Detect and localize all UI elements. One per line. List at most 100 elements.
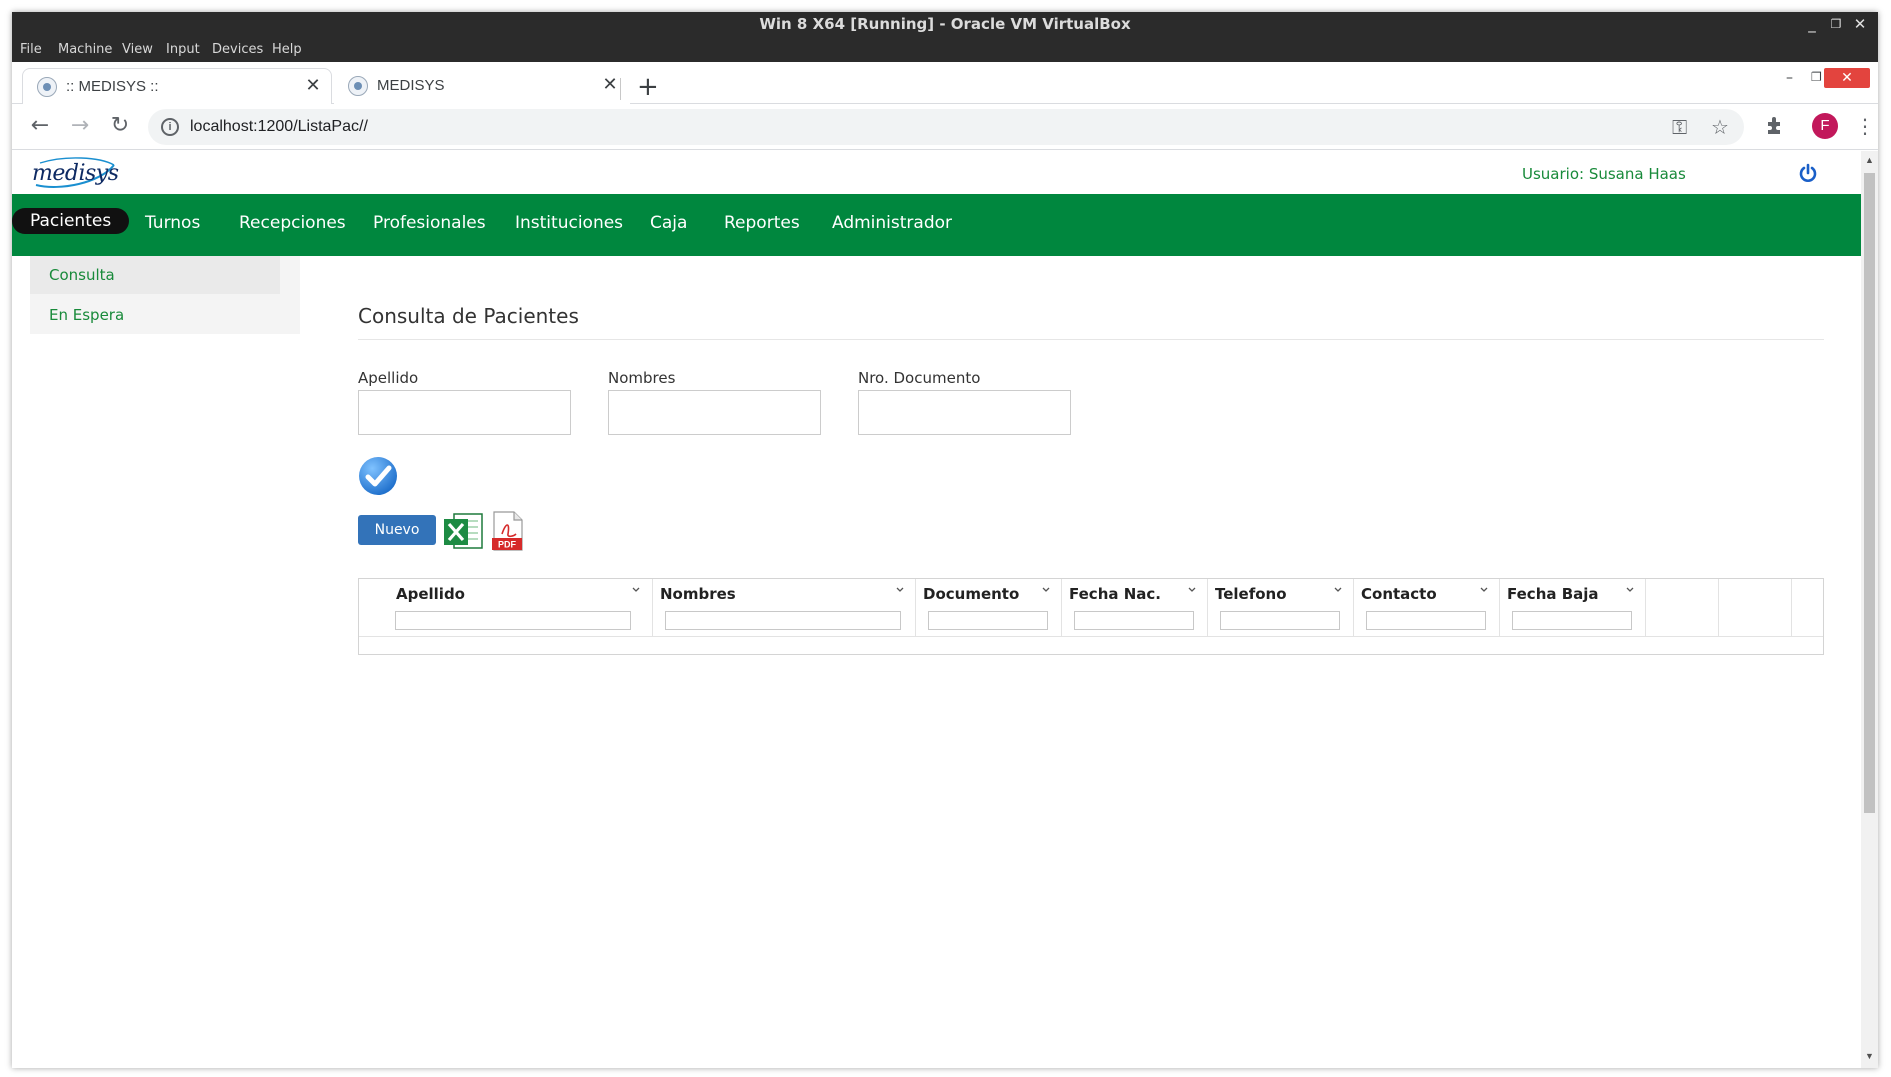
key-icon[interactable]: ⚿ [1672, 115, 1687, 139]
chevron-down-icon[interactable] [1041, 585, 1051, 595]
grid-header: Apellido Nombres Documento Fecha Nac. Te… [359, 579, 1823, 637]
nav-item-administrador[interactable]: Administrador [832, 213, 952, 233]
nombres-filter-input[interactable] [665, 611, 901, 630]
column-action-1 [1645, 579, 1718, 637]
column-action-3 [1791, 579, 1824, 637]
tab-title: :: MEDISYS :: [66, 78, 159, 95]
apellido-input[interactable] [358, 390, 571, 435]
restore-icon[interactable]: ❐ [1826, 14, 1846, 34]
user-label: Usuario: Susana Haas [1522, 165, 1686, 183]
chevron-down-icon[interactable] [1333, 585, 1343, 595]
menu-input[interactable]: Input [166, 42, 200, 57]
side-item-label: Consulta [49, 266, 115, 284]
column-apellido[interactable]: Apellido [389, 579, 651, 637]
column-header-label: Telefono [1215, 585, 1287, 603]
nav-item-turnos[interactable]: Turnos [145, 213, 200, 233]
search-checkmark-button[interactable] [358, 456, 398, 496]
new-button[interactable]: Nuevo [358, 515, 436, 545]
menu-view[interactable]: View [122, 42, 153, 57]
scroll-thumb[interactable] [1864, 173, 1875, 813]
tab-medisys[interactable]: MEDISYS ✕ [334, 68, 630, 104]
tab-medisys-active[interactable]: :: MEDISYS :: ✕ [22, 68, 332, 104]
side-item-label: En Espera [49, 306, 125, 324]
screen: Win 8 X64 [Running] - Oracle VM VirtualB… [0, 0, 1891, 1077]
column-header-label: Fecha Baja [1507, 585, 1599, 603]
chrome-close-button[interactable]: ✕ [1824, 68, 1870, 88]
excel-icon[interactable] [442, 511, 484, 551]
chevron-down-icon[interactable] [631, 585, 641, 595]
fecha-baja-filter-input[interactable] [1512, 611, 1632, 630]
page-viewport: medisys Usuario: Susana Haas Pacientes T… [12, 151, 1878, 1068]
column-fecha-baja[interactable]: Fecha Baja [1499, 579, 1645, 637]
documento-label: Nro. Documento [858, 369, 981, 387]
patients-grid: Apellido Nombres Documento Fecha Nac. Te… [358, 578, 1824, 655]
chevron-down-icon[interactable] [1479, 585, 1489, 595]
side-item-en-espera[interactable]: En Espera [30, 296, 280, 334]
column-fecha-nac[interactable]: Fecha Nac. [1061, 579, 1207, 637]
scroll-up-icon[interactable]: ▲ [1865, 155, 1874, 165]
menu-file[interactable]: File [20, 42, 42, 57]
nav-item-recepciones[interactable]: Recepciones [239, 213, 346, 233]
forward-arrow-icon[interactable]: → [67, 114, 93, 140]
svg-text:PDF: PDF [498, 540, 517, 550]
fecha-nac-filter-input[interactable] [1074, 611, 1194, 630]
column-telefono[interactable]: Telefono [1207, 579, 1353, 637]
column-header-label: Fecha Nac. [1069, 585, 1161, 603]
documento-filter-input[interactable] [928, 611, 1048, 630]
menu-machine[interactable]: Machine [58, 42, 112, 57]
nav-item-caja[interactable]: Caja [650, 213, 687, 233]
apellido-label: Apellido [358, 369, 419, 387]
scroll-down-icon[interactable]: ▼ [1865, 1051, 1874, 1061]
chrome-restore-icon[interactable]: ❐ [1811, 70, 1822, 84]
column-action-2 [1718, 579, 1791, 637]
chevron-down-icon[interactable] [1625, 585, 1635, 595]
medisys-logo[interactable]: medisys [30, 155, 119, 189]
tab-title: MEDISYS [377, 77, 445, 94]
tab-close-icon[interactable]: ✕ [601, 76, 619, 94]
info-icon[interactable]: i [161, 118, 179, 136]
column-contacto[interactable]: Contacto [1353, 579, 1499, 637]
column-documento[interactable]: Documento [915, 579, 1061, 637]
page-scrollbar[interactable]: ▲ ▼ [1861, 151, 1878, 1068]
close-icon[interactable]: ✕ [1850, 14, 1870, 34]
nav-item-instituciones[interactable]: Instituciones [515, 213, 623, 233]
star-icon[interactable]: ☆ [1711, 115, 1729, 139]
side-menu: Consulta En Espera [30, 256, 300, 334]
menu-devices[interactable]: Devices [212, 42, 263, 57]
browser-tabstrip: :: MEDISYS :: ✕ MEDISYS ✕ + – ❐ ✕ [12, 62, 1878, 104]
telefono-filter-input[interactable] [1220, 611, 1340, 630]
browser-toolbar: ← → ↻ i localhost:1200/ListaPac// ⚿ ☆ F … [12, 104, 1878, 150]
nombres-input[interactable] [608, 390, 821, 435]
menu-kebab-icon[interactable]: ⋮ [1852, 114, 1878, 140]
menu-help[interactable]: Help [272, 42, 302, 57]
column-header-label: Documento [923, 585, 1020, 603]
chevron-down-icon[interactable] [1187, 585, 1197, 595]
url-text[interactable]: localhost:1200/ListaPac// [190, 118, 368, 136]
nav-item-profesionales[interactable]: Profesionales [373, 213, 486, 233]
nav-item-reportes[interactable]: Reportes [724, 213, 800, 233]
address-bar[interactable]: i localhost:1200/ListaPac// ⚿ ☆ [148, 109, 1744, 145]
minimize-icon[interactable]: _ [1802, 14, 1822, 34]
power-icon[interactable] [1798, 163, 1818, 183]
back-arrow-icon[interactable]: ← [27, 114, 53, 140]
new-tab-button[interactable]: + [637, 74, 659, 100]
medisys-favicon-icon [37, 77, 57, 97]
tab-divider [620, 78, 621, 100]
side-item-consulta[interactable]: Consulta [30, 256, 280, 294]
column-nombres[interactable]: Nombres [652, 579, 915, 637]
extensions-icon[interactable] [1762, 114, 1788, 140]
pdf-icon[interactable]: PDF [490, 510, 526, 552]
main-content: Consulta de Pacientes Apellido Nombres N… [358, 256, 1832, 1016]
reload-icon[interactable]: ↻ [107, 114, 133, 140]
chevron-down-icon[interactable] [895, 585, 905, 595]
window-title: Win 8 X64 [Running] - Oracle VM VirtualB… [759, 15, 1131, 33]
nav-item-pacientes[interactable]: Pacientes [12, 208, 130, 234]
column-header-label: Nombres [660, 585, 736, 603]
tab-close-icon[interactable]: ✕ [304, 77, 322, 95]
virtualbox-titlebar: Win 8 X64 [Running] - Oracle VM VirtualB… [12, 12, 1878, 36]
chrome-minimize-icon[interactable]: – [1786, 70, 1793, 86]
contacto-filter-input[interactable] [1366, 611, 1486, 630]
apellido-filter-input[interactable] [395, 611, 631, 630]
profile-avatar[interactable]: F [1812, 113, 1838, 139]
documento-input[interactable] [858, 390, 1071, 435]
